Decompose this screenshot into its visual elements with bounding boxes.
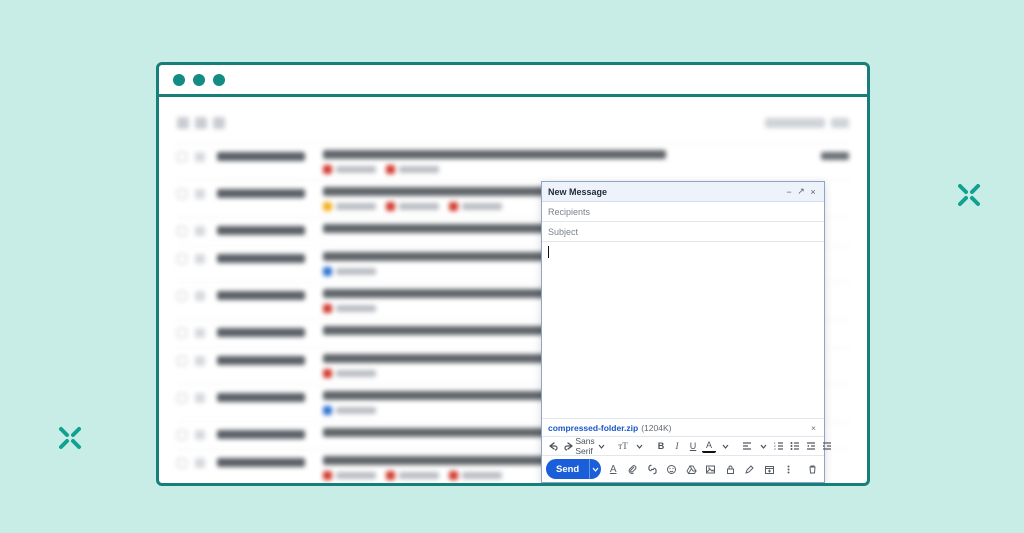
minimize-button[interactable]: −	[784, 187, 794, 197]
chevron-down-icon[interactable]	[594, 439, 608, 453]
lock-icon[interactable]	[722, 461, 738, 477]
calendar-insert-icon[interactable]	[761, 461, 777, 477]
window-minimize-button[interactable]	[193, 74, 205, 86]
attachment-filename: compressed-folder.zip	[548, 423, 638, 433]
close-button[interactable]: ×	[808, 187, 818, 197]
emoji-icon[interactable]	[664, 461, 680, 477]
subject-placeholder: Subject	[548, 227, 578, 237]
decoration-star-right	[954, 180, 984, 210]
chevron-down-icon[interactable]	[756, 439, 770, 453]
compose-title: New Message	[548, 187, 782, 197]
send-more-button[interactable]	[589, 459, 601, 479]
send-button[interactable]: Send	[546, 459, 589, 479]
email-row[interactable]	[177, 143, 849, 180]
bold-button[interactable]: B	[654, 439, 668, 453]
pen-icon[interactable]	[742, 461, 758, 477]
compose-header[interactable]: New Message − ↗ ×	[542, 182, 824, 202]
font-size-icon[interactable]: тT	[616, 439, 630, 453]
text-color-button[interactable]: A	[702, 439, 716, 453]
attachment-size: (1204K)	[641, 423, 671, 433]
window-maximize-button[interactable]	[213, 74, 225, 86]
chevron-down-icon[interactable]	[718, 439, 732, 453]
recipients-field[interactable]: Recipients	[542, 202, 824, 222]
subject-field[interactable]: Subject	[542, 222, 824, 242]
indent-less-icon[interactable]	[804, 439, 818, 453]
app-content: New Message − ↗ × Recipients Subject com…	[159, 97, 867, 483]
italic-button[interactable]: I	[670, 439, 684, 453]
underline-button[interactable]: U	[686, 439, 700, 453]
more-icon[interactable]	[781, 461, 797, 477]
svg-text:3: 3	[774, 447, 776, 451]
undo-icon[interactable]	[546, 439, 560, 453]
bullet-list-icon[interactable]	[788, 439, 802, 453]
attachment-chip[interactable]: compressed-folder.zip (1204K) ×	[542, 418, 824, 436]
link-icon[interactable]	[644, 461, 660, 477]
drive-icon[interactable]	[683, 461, 699, 477]
align-button[interactable]	[740, 439, 754, 453]
compose-window: New Message − ↗ × Recipients Subject com…	[541, 181, 825, 483]
formatting-toolbar: Sans Serif тT B I U A	[542, 436, 824, 456]
window-close-button[interactable]	[173, 74, 185, 86]
recipients-placeholder: Recipients	[548, 207, 590, 217]
compose-body[interactable]	[542, 242, 824, 418]
font-family-picker[interactable]: Sans Serif	[578, 439, 592, 453]
ordered-list-icon[interactable]: 123	[772, 439, 786, 453]
indent-more-icon[interactable]	[820, 439, 834, 453]
popout-button[interactable]: ↗	[796, 186, 806, 197]
decoration-star-left	[55, 423, 85, 453]
image-icon[interactable]	[703, 461, 719, 477]
trash-icon[interactable]	[804, 461, 820, 477]
format-a-icon[interactable]: A	[605, 461, 621, 477]
send-button-group: Send	[546, 459, 601, 479]
attach-icon[interactable]	[625, 461, 641, 477]
attachment-remove-button[interactable]: ×	[809, 423, 818, 433]
browser-window: New Message − ↗ × Recipients Subject com…	[156, 62, 870, 486]
browser-titlebar	[159, 65, 867, 97]
redo-icon[interactable]	[562, 439, 576, 453]
text-cursor	[548, 246, 549, 258]
send-toolbar: Send A	[542, 456, 824, 482]
chevron-down-icon[interactable]	[632, 439, 646, 453]
